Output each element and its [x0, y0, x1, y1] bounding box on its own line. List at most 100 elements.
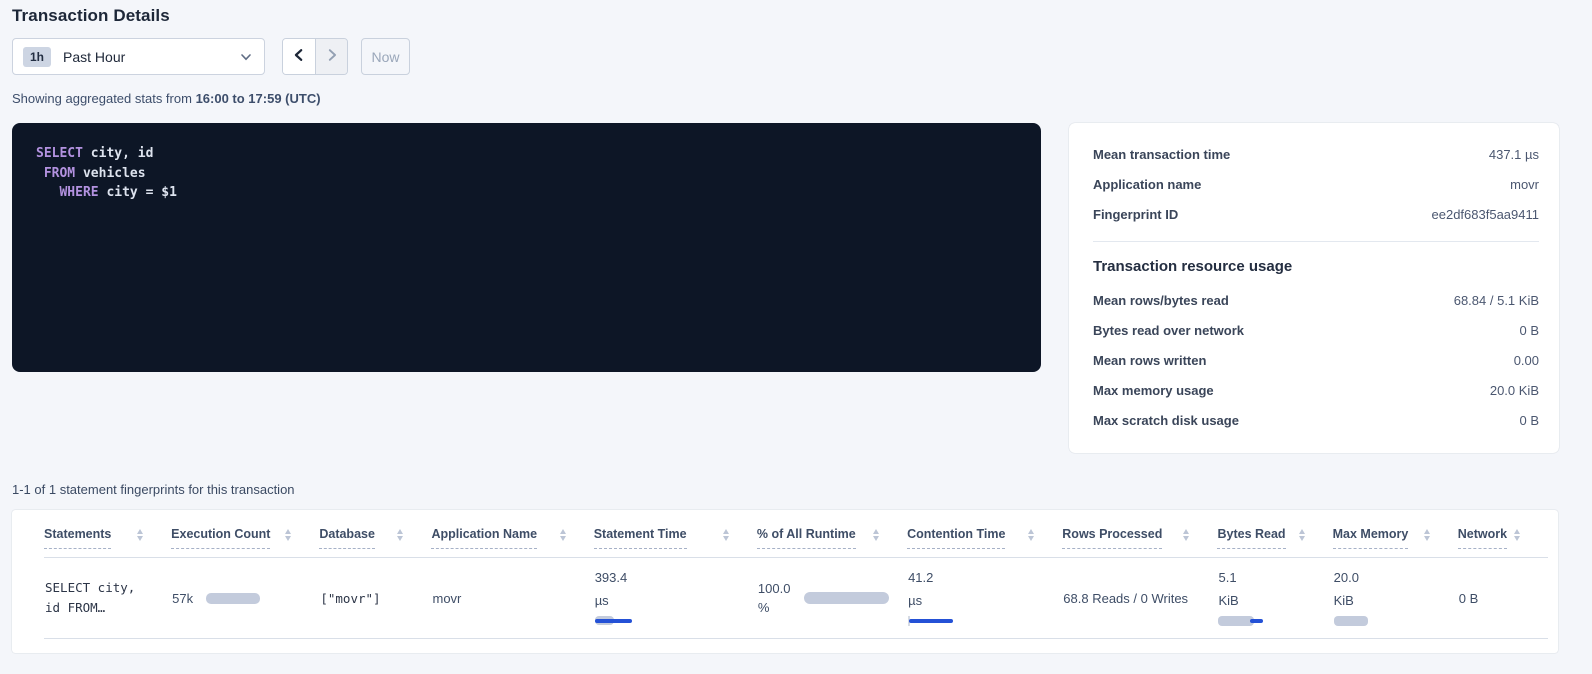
bytes-read-unit: KiB — [1218, 593, 1322, 609]
bytes-read-bar — [1218, 616, 1264, 626]
now-button[interactable]: Now — [361, 38, 410, 75]
cell-statement-time: 393.4 µs — [594, 558, 757, 639]
statement-time-value: 393.4 — [595, 570, 747, 586]
statement-row: SELECT city, id FROM… 57k ["movr"] movr — [44, 558, 1548, 639]
sort-carets-icon[interactable] — [1183, 527, 1189, 541]
column-header-contention-time[interactable]: Contention Time — [907, 510, 1062, 558]
statement-time-bar — [595, 616, 635, 626]
summary-label: Max scratch disk usage — [1093, 413, 1239, 428]
stats-prefix: Showing aggregated stats from — [12, 91, 192, 106]
column-header-network[interactable]: Network — [1458, 510, 1548, 558]
table-header-row: Statements Execution Count Database Appl… — [44, 510, 1548, 558]
contention-time-value: 41.2 — [908, 570, 1052, 586]
previous-time-window-button[interactable] — [283, 39, 315, 74]
cell-contention-time: 41.2 µs — [907, 558, 1062, 639]
column-header-application-name[interactable]: Application Name — [431, 510, 593, 558]
database-value: ["movr"] — [320, 591, 380, 606]
summary-label: Fingerprint ID — [1093, 207, 1178, 222]
sort-carets-icon[interactable] — [723, 527, 729, 541]
transaction-details-page: Transaction Details 1h Past Hour Now Sho… — [0, 6, 1592, 653]
summary-label: Bytes read over network — [1093, 323, 1244, 338]
cell-application-name: movr — [431, 558, 593, 639]
sort-carets-icon[interactable] — [137, 527, 143, 541]
sort-carets-icon[interactable] — [1514, 527, 1520, 541]
resource-usage-title: Transaction resource usage — [1093, 258, 1539, 275]
contention-time-unit: µs — [908, 593, 1052, 609]
summary-value: 68.84 / 5.1 KiB — [1454, 293, 1539, 308]
summary-label: Mean rows/bytes read — [1093, 293, 1229, 308]
summary-label: Mean rows written — [1093, 353, 1206, 368]
summary-label: Max memory usage — [1093, 383, 1214, 398]
next-time-window-button[interactable] — [315, 39, 347, 74]
summary-row: Max scratch disk usage 0 B — [1093, 413, 1539, 429]
runtime-pct-bar — [804, 592, 889, 604]
chevron-down-icon — [240, 51, 252, 63]
cell-execution-count: 57k — [171, 558, 319, 639]
divider — [1093, 241, 1539, 242]
statement-fingerprint-link[interactable]: SELECT city, id FROM… — [45, 578, 161, 618]
column-header-statement-time[interactable]: Statement Time — [594, 510, 757, 558]
time-range-select[interactable]: 1h Past Hour — [12, 38, 265, 75]
time-window-pager — [282, 38, 348, 75]
transaction-summary-card: Mean transaction time 437.1 µs Applicati… — [1069, 123, 1559, 453]
bytes-read-value: 5.1 — [1218, 570, 1322, 586]
summary-row: Application name movr — [1093, 177, 1539, 193]
statements-table: Statements Execution Count Database Appl… — [44, 510, 1548, 639]
summary-row: Mean transaction time 437.1 µs — [1093, 147, 1539, 163]
contention-time-bar — [908, 616, 954, 626]
sort-carets-icon[interactable] — [397, 527, 403, 541]
summary-value: movr — [1510, 177, 1539, 192]
execution-count-value: 57k — [172, 591, 193, 606]
summary-value: 437.1 µs — [1489, 147, 1539, 162]
sort-carets-icon[interactable] — [1424, 527, 1430, 541]
sort-carets-icon[interactable] — [873, 527, 879, 541]
summary-label: Application name — [1093, 177, 1201, 192]
chevron-left-icon — [292, 48, 306, 65]
summary-value: 0 B — [1519, 323, 1539, 338]
sort-carets-icon[interactable] — [1028, 527, 1034, 541]
page-title: Transaction Details — [12, 6, 1558, 26]
cell-runtime-pct: 100.0 % — [757, 558, 907, 639]
column-header-statements[interactable]: Statements — [44, 510, 171, 558]
summary-value: 0.00 — [1514, 353, 1539, 368]
network-value: 0 B — [1459, 591, 1479, 606]
execution-count-bar — [206, 593, 260, 604]
sort-carets-icon[interactable] — [560, 527, 566, 541]
column-header-runtime-pct[interactable]: % of All Runtime — [757, 510, 907, 558]
statements-table-card: Statements Execution Count Database Appl… — [12, 510, 1558, 653]
summary-row: Fingerprint ID ee2df683f5aa9411 — [1093, 207, 1539, 223]
column-header-max-memory[interactable]: Max Memory — [1333, 510, 1458, 558]
column-header-rows-processed[interactable]: Rows Processed — [1062, 510, 1217, 558]
summary-value: ee2df683f5aa9411 — [1432, 207, 1539, 222]
summary-value: 0 B — [1519, 413, 1539, 428]
cell-statement: SELECT city, id FROM… — [44, 558, 171, 639]
runtime-pct-value: 100.0 — [758, 581, 791, 597]
time-range-badge: 1h — [23, 47, 51, 67]
application-name-value: movr — [432, 591, 461, 606]
summary-row: Max memory usage 20.0 KiB — [1093, 383, 1539, 399]
summary-label: Mean transaction time — [1093, 147, 1230, 162]
rows-processed-value: 68.8 Reads / 0 Writes — [1063, 591, 1188, 606]
cell-bytes-read: 5.1 KiB — [1217, 558, 1332, 639]
cell-rows-processed: 68.8 Reads / 0 Writes — [1062, 558, 1217, 639]
max-memory-value: 20.0 — [1334, 570, 1448, 586]
column-header-bytes-read[interactable]: Bytes Read — [1217, 510, 1332, 558]
cell-network: 0 B — [1458, 558, 1548, 639]
stats-range: 16:00 to 17:59 (UTC) — [196, 91, 321, 106]
max-memory-unit: KiB — [1334, 593, 1448, 609]
max-memory-bar — [1334, 616, 1368, 626]
sql-statement: SELECT city, id FROM vehicles WHERE city… — [36, 144, 1017, 203]
sort-carets-icon[interactable] — [285, 527, 291, 541]
main-content: SELECT city, id FROM vehicles WHERE city… — [12, 123, 1558, 453]
sql-statement-box: SELECT city, id FROM vehicles WHERE city… — [12, 123, 1041, 372]
column-header-execution-count[interactable]: Execution Count — [171, 510, 319, 558]
summary-row: Mean rows written 0.00 — [1093, 353, 1539, 369]
sort-carets-icon[interactable] — [1299, 527, 1305, 541]
summary-value: 20.0 KiB — [1490, 383, 1539, 398]
statements-table-caption: 1-1 of 1 statement fingerprints for this… — [12, 482, 1558, 497]
summary-row: Bytes read over network 0 B — [1093, 323, 1539, 339]
chevron-right-icon — [325, 48, 339, 65]
column-header-database[interactable]: Database — [319, 510, 431, 558]
time-range-label: Past Hour — [63, 49, 240, 65]
cell-max-memory: 20.0 KiB — [1333, 558, 1458, 639]
